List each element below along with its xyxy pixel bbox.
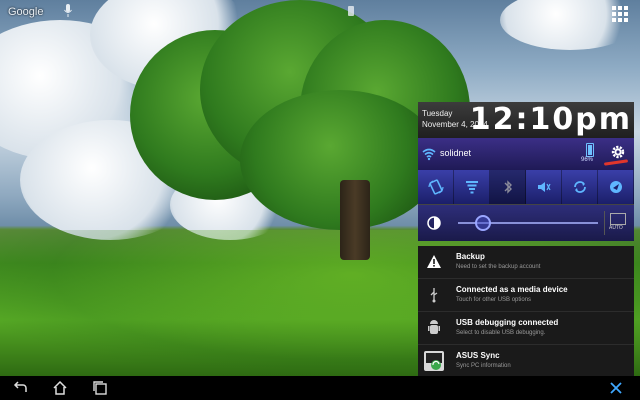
notification-title: USB debugging connected	[456, 318, 559, 327]
network-row[interactable]: solidnet 96%	[418, 138, 634, 170]
back-icon[interactable]	[12, 380, 28, 396]
toggle-sync[interactable]	[562, 170, 598, 204]
auto-label: AUTO	[609, 225, 623, 231]
wifi-icon	[422, 148, 436, 161]
home-icon[interactable]	[52, 380, 68, 396]
notification-title: Connected as a media device	[456, 285, 568, 294]
battery-percent: 96%	[581, 157, 594, 163]
auto-brightness-button[interactable]: AUTO	[604, 211, 629, 235]
usb-icon	[430, 288, 438, 303]
clock: 12:10pm	[469, 102, 632, 137]
brightness-slider-thumb[interactable]	[475, 215, 492, 231]
tree-trunk	[340, 180, 370, 260]
date-day: Tuesday	[422, 109, 453, 118]
bluetooth-icon	[504, 180, 512, 194]
asus-sync-icon	[424, 351, 444, 371]
toggle-sound[interactable]	[526, 170, 562, 204]
brightness-icon	[427, 216, 441, 230]
google-search-label[interactable]: Google	[8, 6, 43, 18]
notification-subtitle: Sync PC information	[456, 363, 511, 369]
auto-rotate-icon	[427, 179, 444, 195]
auto-brightness-icon	[610, 213, 626, 225]
close-icon[interactable]	[608, 380, 624, 396]
network-name: solidnet	[440, 148, 472, 158]
warning-icon	[427, 255, 441, 268]
toggle-bluetooth[interactable]	[490, 170, 526, 204]
notification-media-device[interactable]: Connected as a media device Touch for ot…	[418, 279, 634, 312]
location-icon	[609, 181, 622, 193]
android-debug-icon	[428, 320, 440, 334]
sync-icon	[573, 181, 586, 193]
toggle-location[interactable]	[598, 170, 634, 204]
speaker-icon	[537, 182, 551, 192]
settings-gear-icon[interactable]	[610, 144, 626, 160]
microphone-icon[interactable]	[64, 4, 72, 18]
brightness-row: AUTO	[418, 204, 634, 241]
navigation-bar	[0, 376, 640, 400]
notification-subtitle: Select to disable USB debugging.	[456, 330, 546, 336]
toggle-wifi[interactable]	[454, 170, 490, 204]
battery-level-fill	[588, 145, 592, 155]
notification-subtitle: Touch for other USB options	[456, 297, 532, 303]
notification-backup[interactable]: Backup Need to set the backup account	[418, 246, 634, 279]
quick-settings-toggles	[418, 170, 634, 204]
panel-header: Tuesday November 4, 2014 12:10pm	[418, 102, 634, 139]
recent-apps-icon[interactable]	[92, 380, 108, 396]
notification-asus-sync[interactable]: ASUS Sync Sync PC information	[418, 345, 634, 378]
battery-icon	[586, 143, 594, 157]
notification-panel: Tuesday November 4, 2014 12:10pm solidne…	[418, 102, 634, 378]
notification-indicator-icon	[348, 6, 354, 16]
highlight-underline	[603, 159, 629, 166]
notification-title: Backup	[456, 252, 485, 261]
notification-usb-debugging[interactable]: USB debugging connected Select to disabl…	[418, 312, 634, 345]
all-apps-icon[interactable]	[612, 6, 628, 22]
notification-title: ASUS Sync	[456, 351, 500, 360]
notification-subtitle: Need to set the backup account	[456, 264, 541, 270]
notification-list: Backup Need to set the backup account Co…	[418, 246, 634, 378]
wifi-signal-icon	[465, 181, 478, 194]
toggle-auto-rotate[interactable]	[418, 170, 454, 204]
